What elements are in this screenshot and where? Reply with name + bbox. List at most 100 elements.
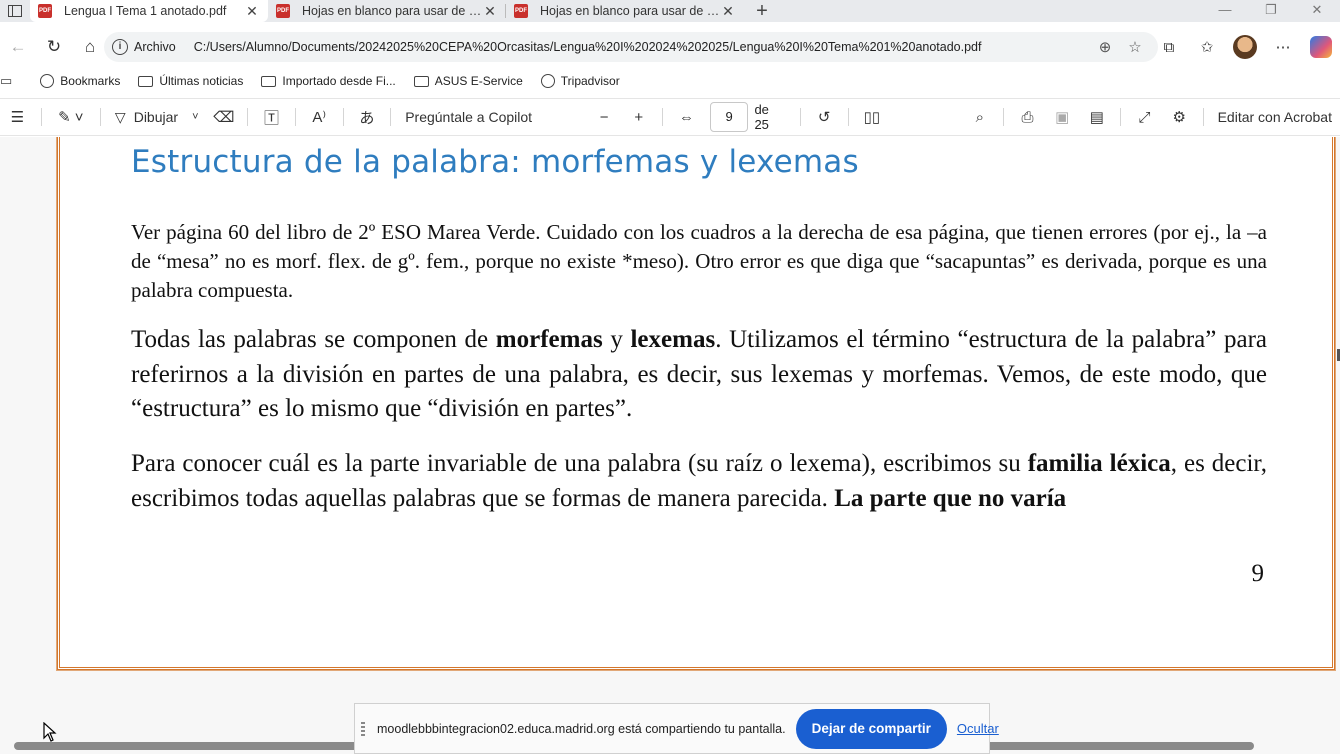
- divider: [294, 108, 296, 126]
- copilot-button[interactable]: [1302, 32, 1340, 62]
- address-row: ← ↻ ⌂ i Archivo C:/Users/Alumno/Document…: [0, 30, 1340, 64]
- profile-button[interactable]: [1226, 32, 1264, 62]
- address-bar[interactable]: i Archivo C:/Users/Alumno/Documents/2024…: [104, 32, 1158, 62]
- address-scheme: Archivo: [134, 40, 176, 54]
- address-url[interactable]: C:/Users/Alumno/Documents/20242025%20CEP…: [194, 40, 1090, 54]
- search-icon[interactable]: ⌕: [962, 102, 997, 132]
- save-as-icon[interactable]: ▤: [1080, 102, 1115, 132]
- minimize-icon[interactable]: —: [1202, 0, 1248, 22]
- pdf-viewer[interactable]: Estructura de la palabra: morfemas y lex…: [0, 137, 1340, 754]
- save-icon[interactable]: ▣: [1045, 102, 1080, 132]
- sidebar-icon: [8, 5, 22, 17]
- bookmark-label: Tripadvisor: [560, 74, 620, 88]
- close-tab-icon[interactable]: ✕: [720, 3, 736, 20]
- restore-icon[interactable]: ❐: [1248, 0, 1294, 22]
- page-number-input[interactable]: 9: [709, 102, 749, 132]
- more-options-icon[interactable]: ⋯: [1264, 32, 1302, 62]
- paragraph-3: Para conocer cuál es la parte invariable…: [131, 447, 1267, 516]
- drag-handle[interactable]: [361, 721, 365, 736]
- avatar: [1233, 35, 1257, 59]
- divider: [1120, 108, 1122, 126]
- tab-label: Hojas en blanco para usar de pizarra: [302, 4, 482, 18]
- print-icon[interactable]: ⎙: [1010, 102, 1045, 132]
- folder-icon: [261, 75, 277, 87]
- pdf-toolbar: ☰ ✎ ˅ ▽ Dibujar ˅ ⌫ 🅃 A⁾ あ Pregúntale a Co…: [0, 98, 1340, 136]
- favorite-star-icon[interactable]: ☆: [1120, 38, 1150, 56]
- bold-term: lexemas: [630, 326, 716, 353]
- rotate-icon[interactable]: ↺: [807, 102, 842, 132]
- draw-label: Dibujar: [133, 109, 179, 125]
- tab-hojas-blanco-2[interactable]: PDF Hojas en blanco para usar de pizarra…: [506, 0, 744, 22]
- bookmark-ultimas-noticias[interactable]: Últimas noticias: [138, 74, 243, 88]
- extensions-icon[interactable]: ⧉: [1150, 32, 1188, 62]
- pdf-page: Estructura de la palabra: morfemas y lex…: [56, 137, 1336, 671]
- divider: [1003, 108, 1005, 126]
- bookmark-label: ASUS E-Service: [434, 74, 523, 88]
- read-aloud-icon[interactable]: A⁾: [302, 102, 337, 132]
- home-button[interactable]: ⌂: [72, 32, 108, 62]
- globe-icon: [40, 74, 55, 88]
- mouse-cursor-icon: [43, 722, 57, 742]
- divider: [99, 108, 101, 126]
- translate-icon[interactable]: あ: [350, 102, 385, 132]
- back-button[interactable]: ←: [0, 32, 36, 62]
- text-box-icon[interactable]: 🅃: [254, 102, 289, 132]
- divider: [799, 108, 801, 126]
- pdf-icon: PDF: [276, 4, 290, 18]
- tab-actions-icon[interactable]: ▭: [0, 73, 18, 89]
- highlight-icon[interactable]: ✎ ˅: [48, 102, 94, 132]
- ask-copilot-button[interactable]: Pregúntale a Copilot: [397, 102, 587, 132]
- paragraph-1: Ver página 60 del libro de 2º ESO Marea …: [131, 220, 1267, 302]
- zoom-icon[interactable]: ⊕: [1090, 38, 1120, 56]
- copilot-icon: [1310, 36, 1332, 58]
- divider: [390, 108, 392, 126]
- tab-label: Lengua I Tema 1 anotado.pdf: [64, 4, 227, 18]
- tab-hojas-blanco-1[interactable]: PDF Hojas en blanco para usar de pizarra…: [268, 0, 506, 22]
- pdf-icon: PDF: [38, 4, 52, 18]
- page-total: de 25: [754, 102, 769, 132]
- sidebar-toggle-button[interactable]: [0, 0, 30, 22]
- fit-width-icon[interactable]: ⇔: [669, 102, 704, 132]
- tab-lengua-tema1[interactable]: PDF Lengua I Tema 1 anotado.pdf ✕: [30, 0, 268, 22]
- page-number: 9: [1251, 560, 1265, 587]
- text-run: y: [602, 326, 631, 353]
- page-view-icon[interactable]: ▯▯: [854, 102, 889, 132]
- edit-with-acrobat-button[interactable]: Editar con Acrobat: [1210, 102, 1340, 132]
- stop-sharing-button[interactable]: Dejar de compartir: [795, 708, 947, 749]
- share-message: moodlebbbintegracion02.educa.madrid.org …: [377, 721, 786, 736]
- settings-gear-icon[interactable]: ⚙: [1162, 102, 1197, 132]
- divider: [1202, 108, 1204, 126]
- favorites-icon[interactable]: ✩: [1188, 32, 1226, 62]
- zoom-out-icon[interactable]: −: [587, 102, 622, 132]
- divider: [342, 108, 344, 126]
- bold-term: La parte que no varía: [834, 484, 1067, 512]
- text-run: Para conocer cuál es la parte invariable…: [131, 450, 1028, 477]
- divider: [247, 108, 249, 126]
- bookmark-importado[interactable]: Importado desde Fi...: [261, 74, 396, 88]
- reload-button[interactable]: ↻: [36, 32, 72, 62]
- bookmark-label: Últimas noticias: [159, 74, 244, 88]
- bookmark-tripadvisor[interactable]: Tripadvisor: [540, 74, 620, 88]
- bookmark-bookmarks[interactable]: Bookmarks: [40, 74, 120, 88]
- close-window-icon[interactable]: ✕: [1294, 0, 1340, 22]
- bookmark-label: Bookmarks: [60, 74, 121, 88]
- hide-link[interactable]: Ocultar: [957, 721, 999, 736]
- fullscreen-icon[interactable]: ⤢: [1127, 102, 1162, 132]
- tab-strip: PDF Lengua I Tema 1 anotado.pdf ✕ PDF Ho…: [0, 0, 1340, 22]
- bookmark-label: Importado desde Fi...: [282, 74, 396, 88]
- close-tab-icon[interactable]: ✕: [482, 3, 498, 20]
- close-tab-icon[interactable]: ✕: [244, 3, 260, 20]
- new-tab-button[interactable]: +: [744, 0, 780, 22]
- eraser-icon[interactable]: ⌫: [207, 102, 242, 132]
- divider: [40, 108, 42, 126]
- zoom-in-icon[interactable]: +: [621, 102, 656, 132]
- page-title: Estructura de la palabra: morfemas y lex…: [131, 144, 859, 180]
- info-icon[interactable]: i: [112, 39, 128, 55]
- tab-label: Hojas en blanco para usar de pizarra: [540, 4, 720, 18]
- bookmarks-bar: ▭ Bookmarks Últimas noticias Importado d…: [0, 68, 1340, 94]
- pdf-icon: PDF: [514, 4, 528, 18]
- divider: [662, 108, 664, 126]
- draw-button[interactable]: ▽ Dibujar ˅: [107, 102, 207, 132]
- contents-icon[interactable]: ☰: [0, 102, 35, 132]
- bookmark-asus[interactable]: ASUS E-Service: [413, 74, 523, 88]
